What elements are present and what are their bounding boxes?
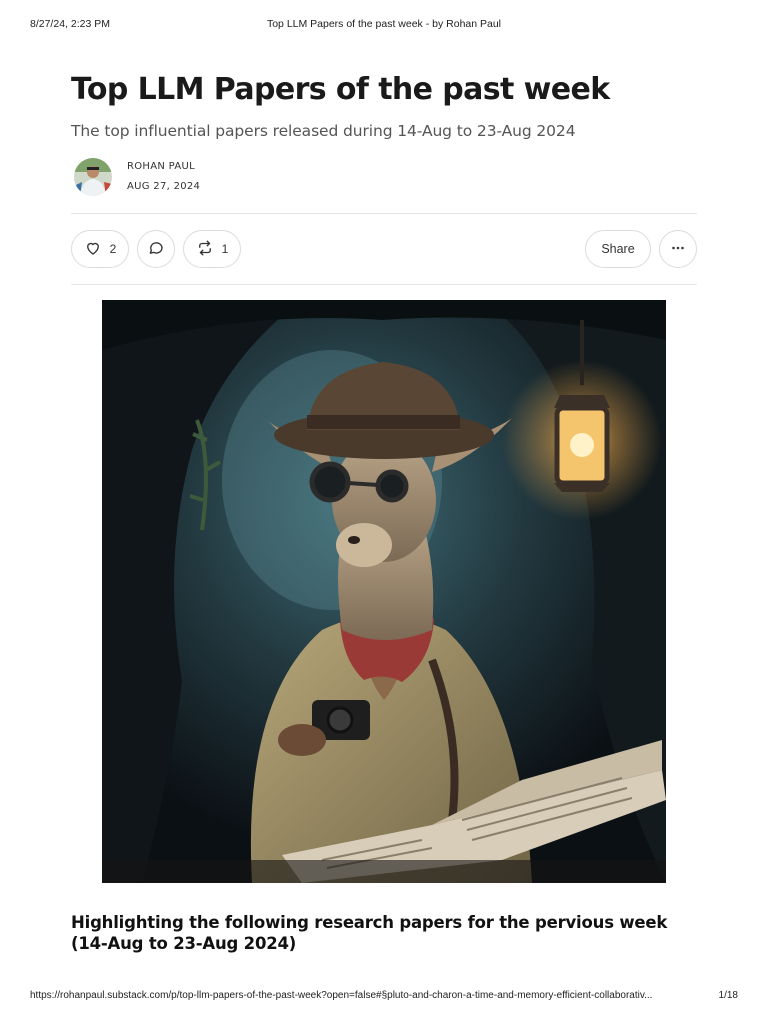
more-options-button[interactable] — [659, 230, 697, 268]
ellipsis-icon — [669, 239, 687, 260]
comment-button[interactable] — [137, 230, 175, 268]
restack-button[interactable]: 1 — [183, 230, 241, 268]
like-count: 2 — [109, 242, 117, 256]
print-header: 8/27/24, 2:23 PM Top LLM Papers of the p… — [30, 18, 738, 32]
print-page-title: Top LLM Papers of the past week - by Roh… — [266, 18, 502, 30]
post-date: AUG 27, 2024 — [127, 181, 201, 192]
heart-icon — [84, 239, 102, 260]
divider — [71, 213, 697, 214]
author-avatar[interactable] — [74, 158, 112, 196]
print-footer: https://rohanpaul.substack.com/p/top-llm… — [30, 990, 738, 1004]
like-button[interactable]: 2 — [71, 230, 129, 268]
section-heading: Highlighting the following research pape… — [71, 913, 668, 953]
restack-icon — [196, 239, 214, 260]
comment-icon — [147, 239, 165, 260]
divider — [71, 284, 697, 285]
restack-count: 1 — [221, 242, 229, 256]
post-title: Top LLM Papers of the past week — [71, 72, 610, 107]
share-button[interactable]: Share — [585, 230, 651, 268]
post-subtitle: The top influential papers released duri… — [71, 122, 576, 140]
print-page-number: 1/18 — [718, 990, 738, 1001]
print-url: https://rohanpaul.substack.com/p/top-llm… — [30, 990, 653, 1001]
author-name[interactable]: ROHAN PAUL — [127, 161, 195, 172]
hero-image-llama-explorer — [102, 300, 666, 883]
